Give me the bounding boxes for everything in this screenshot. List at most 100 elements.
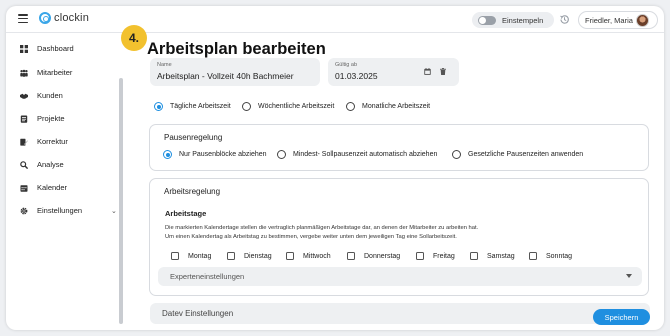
sidebar-item-einstellungen[interactable]: Einstellungen ⌄ [20, 206, 117, 215]
checkbox-indicator[interactable] [171, 252, 179, 260]
radio-monthly[interactable]: Monatliche Arbeitszeit [346, 102, 430, 111]
checkbox-indicator[interactable] [347, 252, 355, 260]
toggle-switch[interactable] [478, 15, 496, 25]
checkbox-friday[interactable]: Freitag [416, 252, 455, 260]
checkbox-indicator[interactable] [416, 252, 424, 260]
radio-daily-indicator[interactable] [154, 102, 163, 111]
clock-in-toggle[interactable]: Einstempeln [472, 12, 554, 28]
checkbox-label: Montag [188, 252, 212, 260]
sidebar-item-mitarbeiter[interactable]: Mitarbeiter [20, 68, 72, 77]
checkbox-label: Donnerstag [364, 252, 401, 260]
checkbox-label: Samstag [487, 252, 515, 260]
checkbox-indicator[interactable] [529, 252, 537, 260]
valid-from-value[interactable]: 01.03.2025 [335, 71, 378, 81]
sidebar-item-label: Einstellungen [37, 206, 83, 215]
name-field-value[interactable]: Arbeitsplan - Vollzeit 40h Bachmeier [157, 71, 294, 81]
expert-settings-dropdown[interactable]: Experteneinstellungen [158, 267, 642, 286]
clockin-logo-icon [39, 12, 51, 24]
trash-icon[interactable] [440, 68, 446, 75]
logo[interactable]: clockin [39, 12, 89, 24]
radio-pause-blocks[interactable]: Nur Pausenblöcke abziehen [163, 150, 267, 159]
save-button[interactable]: Speichern [593, 309, 650, 325]
datev-settings-section[interactable]: Datev Einstellungen [150, 303, 650, 324]
gear-icon [20, 207, 28, 214]
users-icon [20, 69, 28, 77]
workdays-title: Arbeitstage [165, 209, 207, 218]
pause-rules-title: Pausenregelung [164, 133, 223, 142]
step-badge: 4. [121, 25, 147, 51]
edit-icon [20, 138, 28, 146]
radio-pause-blocks-label: Nur Pausenblöcke abziehen [179, 151, 267, 158]
checkbox-tuesday[interactable]: Dienstag [227, 252, 272, 260]
radio-pause-legal-label: Gesetzliche Pausenzeiten anwenden [468, 151, 584, 158]
sidebar-item-korrektur[interactable]: Korrektur [20, 137, 68, 146]
work-rules-title: Arbeitsregelung [164, 187, 221, 196]
workdays-description: Die markierten Kalendertage stellen die … [165, 224, 635, 241]
work-rules-card: Arbeitsregelung Arbeitstage Die markiert… [149, 178, 649, 296]
radio-monthly-indicator[interactable] [346, 102, 355, 111]
sidebar-scrollbar[interactable] [119, 78, 123, 324]
checkbox-label: Mittwoch [303, 252, 331, 260]
avatar [635, 13, 649, 27]
sidebar-item-analyse[interactable]: Analyse [20, 160, 64, 169]
radio-monthly-label: Monatliche Arbeitszeit [362, 103, 431, 110]
handshake-icon [20, 93, 28, 99]
radio-pause-legal[interactable]: Gesetzliche Pausenzeiten anwenden [452, 150, 583, 159]
sidebar-item-label: Mitarbeiter [37, 68, 73, 77]
expert-settings-label: Experteneinstellungen [170, 272, 245, 281]
sidebar-item-kalender[interactable]: Kalender [20, 183, 67, 192]
checkbox-label: Sonntag [546, 252, 573, 260]
valid-from-field[interactable]: Gültig ab 01.03.2025 [328, 58, 459, 86]
checkbox-indicator[interactable] [470, 252, 478, 260]
checkbox-label: Dienstag [244, 252, 272, 260]
checkbox-monday[interactable]: Montag [171, 252, 211, 260]
checkbox-saturday[interactable]: Samstag [470, 252, 515, 260]
radio-weekly-label: Wöchentliche Arbeitszeit [258, 103, 335, 110]
name-field-label: Name [157, 62, 172, 68]
workdays-description-line: Die markierten Kalendertage stellen die … [165, 225, 479, 231]
radio-pause-minimum[interactable]: Mindest- Sollpausenzeit automatisch abzi… [277, 150, 437, 159]
sidebar-item-label: Korrektur [37, 137, 68, 146]
sidebar-item-label: Analyse [37, 160, 64, 169]
radio-pause-legal-indicator[interactable] [452, 150, 461, 159]
pause-rules-card: Pausenregelung Nur Pausenblöcke abziehen… [149, 124, 649, 171]
user-name: Friedler, Maria [585, 15, 633, 25]
logo-text: clockin [54, 12, 90, 24]
checkbox-label: Freitag [433, 252, 455, 260]
sidebar-item-projekte[interactable]: Projekte [20, 114, 65, 123]
sidebar: Dashboard Mitarbeiter Kunden Projekte Ko… [6, 34, 124, 330]
radio-daily-label: Tägliche Arbeitszeit [170, 103, 231, 110]
checkbox-sunday[interactable]: Sonntag [529, 252, 572, 260]
caret-down-icon[interactable] [626, 274, 632, 278]
page-title: Arbeitsplan bearbeiten [147, 40, 326, 58]
calendar-icon[interactable] [424, 68, 431, 75]
clock-in-label: Einstempeln [502, 15, 544, 25]
valid-from-label: Gültig ab [335, 62, 358, 68]
menu-icon[interactable] [18, 14, 28, 24]
magnifier-icon [20, 160, 28, 169]
checkbox-indicator[interactable] [286, 252, 294, 260]
checkbox-thursday[interactable]: Donnerstag [347, 252, 400, 260]
app-window: clockin Einstempeln Friedler, Maria Dash… [6, 6, 664, 330]
name-field[interactable]: Name Arbeitsplan - Vollzeit 40h Bachmeie… [150, 58, 320, 86]
radio-pause-minimum-indicator[interactable] [277, 150, 286, 159]
sidebar-item-label: Projekte [37, 114, 65, 123]
radio-pause-minimum-label: Mindest- Sollpausenzeit automatisch abzi… [293, 151, 438, 158]
sidebar-item-dashboard[interactable]: Dashboard [20, 44, 74, 53]
radio-weekly-indicator[interactable] [242, 102, 251, 111]
clipboard-icon [20, 115, 28, 123]
checkbox-indicator[interactable] [227, 252, 235, 260]
sidebar-item-label: Kunden [37, 91, 63, 100]
user-menu[interactable]: Friedler, Maria [578, 11, 658, 29]
calendar-icon [20, 184, 28, 192]
sidebar-item-label: Kalender [37, 183, 68, 192]
top-bar: clockin Einstempeln Friedler, Maria [6, 6, 664, 33]
workdays-description-line: Um einen Kalendertag als Arbeitstag zu b… [165, 233, 457, 240]
radio-weekly[interactable]: Wöchentliche Arbeitszeit [242, 102, 334, 111]
radio-pause-blocks-indicator[interactable] [163, 150, 172, 159]
history-icon[interactable] [559, 14, 570, 25]
checkbox-wednesday[interactable]: Mittwoch [286, 252, 331, 260]
chevron-down-icon[interactable]: ⌄ [111, 207, 117, 215]
radio-daily[interactable]: Tägliche Arbeitszeit [154, 102, 231, 111]
sidebar-item-kunden[interactable]: Kunden [20, 91, 63, 100]
